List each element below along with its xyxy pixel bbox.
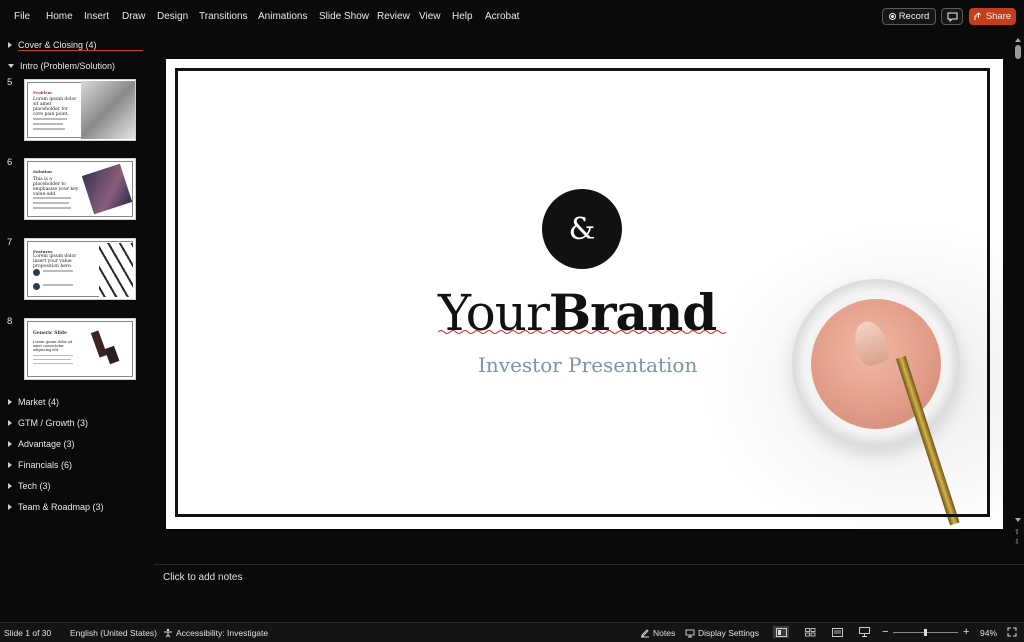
slide-number: 8 [7,316,13,327]
spellcheck-underline [438,330,726,334]
expand-arrow-icon [8,483,12,489]
expand-arrow-icon [8,462,12,468]
tab-draw[interactable]: Draw [122,11,145,22]
section-gtm-growth[interactable]: GTM / Growth (3) [8,418,88,428]
zoom-out-button[interactable]: − [882,626,888,638]
section-tech[interactable]: Tech (3) [8,481,51,491]
tab-slide-show[interactable]: Slide Show [319,11,369,22]
slide-thumbnails-pane[interactable]: Cover & Closing (4) Intro (Problem/Solut… [0,34,155,622]
section-cover-closing[interactable]: Cover & Closing (4) [8,40,97,50]
tab-animations[interactable]: Animations [258,11,307,22]
display-settings-button[interactable]: Display Settings [685,628,759,638]
current-slide[interactable]: & YourBrand Investor Presentation [166,59,1003,529]
slide-thumbnail-6[interactable]: Solution This is a placeholder to emphas… [24,158,136,220]
brushes-image [81,81,135,139]
expand-arrow-icon [8,441,12,447]
slide-number: 6 [7,157,13,168]
zoom-slider-thumb[interactable] [924,629,927,636]
tab-design[interactable]: Design [157,11,188,22]
slide-sorter-button[interactable] [802,626,818,638]
scroll-up-icon[interactable] [1015,38,1021,42]
expand-arrow-icon [8,399,12,405]
reading-view-icon [831,627,843,637]
scroll-down-icon[interactable] [1015,518,1021,522]
slide-subtitle[interactable]: Investor Presentation [478,353,697,377]
reading-view-button[interactable] [829,626,845,638]
notes-icon [641,628,649,637]
zoom-in-button[interactable]: + [963,626,969,638]
slide-counter: Slide 1 of 30 [4,628,52,638]
expand-arrow-icon [8,42,12,48]
brushes-image [99,243,133,297]
next-slide-icon[interactable]: ⇩ [1014,538,1020,546]
slide-thumbnail-5[interactable]: Problem Lorem ipsum dolor sit amet place… [24,79,136,141]
expand-arrow-icon [8,504,12,510]
brand-logo: & [542,189,622,269]
section-financials[interactable]: Financials (6) [8,460,72,470]
collapse-arrow-icon [8,64,14,68]
ribbon-tabs: File Home Insert Draw Design Transitions… [0,0,1024,34]
share-label: Share [985,11,1012,22]
section-market[interactable]: Market (4) [8,397,59,407]
display-settings-icon [685,629,695,637]
tab-acrobat[interactable]: Acrobat [485,11,519,22]
section-underline [18,50,143,51]
comment-icon [947,12,957,22]
fit-to-window-button[interactable] [1007,627,1017,637]
normal-view-icon [775,627,787,637]
zoom-level[interactable]: 94% [980,628,997,638]
status-bar: Slide 1 of 30 English (United States) Ac… [0,622,1024,642]
normal-view-button[interactable] [773,626,789,638]
notes-pane[interactable]: Click to add notes [154,564,1024,623]
slide-number: 5 [7,77,13,88]
record-button[interactable]: Record [882,8,936,25]
expand-arrow-icon [8,420,12,426]
accessibility-icon [164,628,172,638]
section-intro[interactable]: Intro (Problem/Solution) [8,61,115,71]
zoom-slider[interactable] [893,629,958,636]
tab-transitions[interactable]: Transitions [199,11,248,22]
tab-insert[interactable]: Insert [84,11,109,22]
previous-slide-icon[interactable]: ⇧ [1014,528,1020,536]
section-advantage[interactable]: Advantage (3) [8,439,75,449]
vertical-scrollbar[interactable]: ⇧ ⇩ [1012,34,1024,564]
record-label: Record [898,11,930,22]
slide-show-icon [858,627,870,637]
share-button[interactable]: Share [969,8,1016,25]
slide-thumbnail-7[interactable]: Features Lorem ipsum dolor insert your v… [24,238,136,300]
notes-placeholder[interactable]: Click to add notes [163,572,243,583]
slide-sorter-icon [804,627,815,636]
tab-home[interactable]: Home [46,11,73,22]
record-icon [888,13,896,20]
notes-toggle-button[interactable]: Notes [640,628,675,638]
section-team-roadmap[interactable]: Team & Roadmap (3) [8,502,104,512]
tab-view[interactable]: View [419,11,441,22]
share-icon [974,12,981,20]
tab-review[interactable]: Review [377,11,410,22]
comments-button[interactable] [941,8,963,25]
fit-to-window-icon [1007,627,1017,637]
accessibility-checker[interactable]: Accessibility: Investigate [163,628,268,638]
slide-number: 7 [7,237,13,248]
slide-thumbnail-8[interactable]: Generic Slide Lorem ipsum dolor sit amet… [24,318,136,380]
tab-file[interactable]: File [14,11,30,22]
language-indicator[interactable]: English (United States) [70,628,157,638]
tab-help[interactable]: Help [452,11,473,22]
slide-show-button[interactable] [856,626,872,638]
scroll-thumb[interactable] [1015,45,1021,59]
